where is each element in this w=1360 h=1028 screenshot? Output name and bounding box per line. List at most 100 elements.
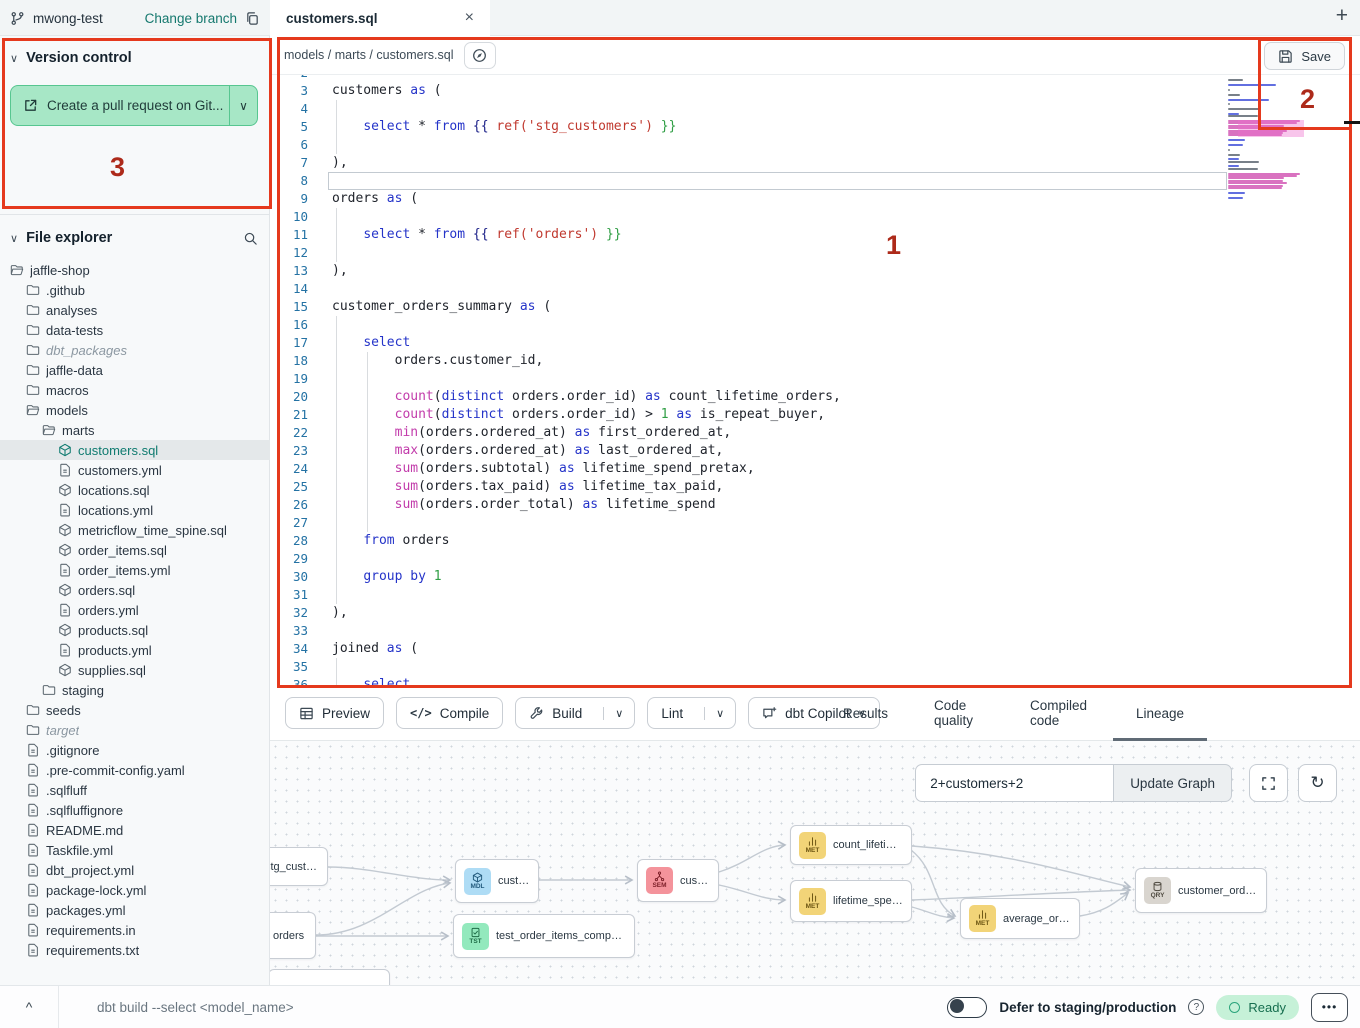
tree-item-customers.sql[interactable]: customers.sql <box>0 440 270 460</box>
create-pull-request-button[interactable]: Create a pull request on Git... ∨ <box>10 85 258 126</box>
search-icon[interactable] <box>243 231 258 246</box>
code-line-5[interactable]: 5 select * from {{ ref('stg_customers') … <box>270 118 1360 136</box>
code-line-4[interactable]: 4 <box>270 100 1360 118</box>
tree-item-locations.yml[interactable]: locations.yml <box>0 500 270 520</box>
code-line-8[interactable]: 8 <box>270 172 1360 190</box>
tree-item-requirements.txt[interactable]: requirements.txt <box>0 940 270 960</box>
code-line-2[interactable]: 2 <box>270 75 1360 82</box>
lineage-node-partial[interactable] <box>270 969 390 985</box>
tree-item-data-tests[interactable]: data-tests <box>0 320 270 340</box>
pr-dropdown-caret[interactable]: ∨ <box>229 86 257 125</box>
help-icon[interactable]: ? <box>1188 999 1204 1015</box>
tree-item-packages.yml[interactable]: packages.yml <box>0 900 270 920</box>
lineage-node-customer_order_metrics[interactable]: QRYcustomer_order_metrics <box>1135 868 1267 913</box>
tree-item-.github[interactable]: .github <box>0 280 270 300</box>
tree-item-package-lock.yml[interactable]: package-lock.yml <box>0 880 270 900</box>
tree-item-orders.yml[interactable]: orders.yml <box>0 600 270 620</box>
tree-item-.gitignore[interactable]: .gitignore <box>0 740 270 760</box>
lint-dropdown-caret[interactable]: ∨ <box>704 707 735 720</box>
code-line-14[interactable]: 14 <box>270 280 1360 298</box>
tree-item-target[interactable]: target <box>0 720 270 740</box>
tree-item-customers.yml[interactable]: customers.yml <box>0 460 270 480</box>
code-line-35[interactable]: 35 <box>270 658 1360 676</box>
code-line-6[interactable]: 6 <box>270 136 1360 154</box>
version-control-header[interactable]: ∨ Version control <box>0 36 270 72</box>
lineage-node-lifetime_spend_pretax[interactable]: METlifetime_spend_pretax <box>790 880 912 922</box>
lineage-selector-input[interactable] <box>915 764 1113 802</box>
tree-item-.pre-commit-config.yaml[interactable]: .pre-commit-config.yaml <box>0 760 270 780</box>
tree-item-requirements.in[interactable]: requirements.in <box>0 920 270 940</box>
preview-button[interactable]: Preview <box>285 697 384 729</box>
tree-item-analyses[interactable]: analyses <box>0 300 270 320</box>
code-line-36[interactable]: 36 select <box>270 676 1360 688</box>
code-line-10[interactable]: 10 <box>270 208 1360 226</box>
lineage-node-count_lifetime_orders[interactable]: METcount_lifetime_orders <box>790 825 912 865</box>
code-line-7[interactable]: 7), <box>270 154 1360 172</box>
tree-item-products.yml[interactable]: products.yml <box>0 640 270 660</box>
tree-item-jaffle-shop[interactable]: jaffle-shop <box>0 260 270 280</box>
tab-lineage[interactable]: Lineage <box>1113 688 1207 741</box>
code-line-33[interactable]: 33 <box>270 622 1360 640</box>
code-line-20[interactable]: 20 count(distinct orders.order_id) as co… <box>270 388 1360 406</box>
tab-close-icon[interactable]: × <box>465 10 474 26</box>
code-line-34[interactable]: 34joined as ( <box>270 640 1360 658</box>
tree-item-macros[interactable]: macros <box>0 380 270 400</box>
code-line-22[interactable]: 22 min(orders.ordered_at) as first_order… <box>270 424 1360 442</box>
tree-item-dbt_packages[interactable]: dbt_packages <box>0 340 270 360</box>
collapse-panel-icon[interactable]: ^ <box>0 999 58 1015</box>
code-line-19[interactable]: 19 <box>270 370 1360 388</box>
lineage-node-customers-mdl[interactable]: MDLcustomers <box>455 859 539 903</box>
code-editor[interactable]: 23customers as (45 select * from {{ ref(… <box>270 75 1360 688</box>
tree-item-Taskfile.yml[interactable]: Taskfile.yml <box>0 840 270 860</box>
code-line-25[interactable]: 25 sum(orders.tax_paid) as lifetime_tax_… <box>270 478 1360 496</box>
code-line-12[interactable]: 12 <box>270 244 1360 262</box>
code-line-31[interactable]: 31 <box>270 586 1360 604</box>
save-button[interactable]: Save <box>1264 42 1345 70</box>
code-line-13[interactable]: 13), <box>270 262 1360 280</box>
lineage-node-orders[interactable]: orders <box>270 912 316 959</box>
code-line-17[interactable]: 17 select <box>270 334 1360 352</box>
tree-item-staging[interactable]: staging <box>0 680 270 700</box>
tree-item-seeds[interactable]: seeds <box>0 700 270 720</box>
code-line-16[interactable]: 16 <box>270 316 1360 334</box>
tree-item-metricflow_time_spine.sql[interactable]: metricflow_time_spine.sql <box>0 520 270 540</box>
change-branch-link[interactable]: Change branch <box>145 11 237 26</box>
tree-item-order_items.yml[interactable]: order_items.yml <box>0 560 270 580</box>
tab-code-quality[interactable]: Code quality <box>911 688 1007 741</box>
code-line-26[interactable]: 26 sum(orders.order_total) as lifetime_s… <box>270 496 1360 514</box>
code-line-32[interactable]: 32), <box>270 604 1360 622</box>
code-line-30[interactable]: 30 group by 1 <box>270 568 1360 586</box>
tree-item-README.md[interactable]: README.md <box>0 820 270 840</box>
tree-item-supplies.sql[interactable]: supplies.sql <box>0 660 270 680</box>
code-line-27[interactable]: 27 <box>270 514 1360 532</box>
tab-compiled-code[interactable]: Compiled code <box>1007 688 1113 741</box>
code-line-29[interactable]: 29 <box>270 550 1360 568</box>
code-line-3[interactable]: 3customers as ( <box>270 82 1360 100</box>
code-line-15[interactable]: 15customer_orders_summary as ( <box>270 298 1360 316</box>
tree-item-.sqlfluffignore[interactable]: .sqlfluffignore <box>0 800 270 820</box>
docs-compass-button[interactable] <box>464 42 496 69</box>
code-line-9[interactable]: 9orders as ( <box>270 190 1360 208</box>
tree-item-order_items.sql[interactable]: order_items.sql <box>0 540 270 560</box>
build-dropdown-caret[interactable]: ∨ <box>603 707 634 720</box>
lineage-node-test_order_items[interactable]: TSTtest_order_items_compute_to_bools… <box>453 914 635 958</box>
lint-button[interactable]: Lint <box>648 706 696 721</box>
tree-item-.sqlfluff[interactable]: .sqlfluff <box>0 780 270 800</box>
tree-item-dbt_project.yml[interactable]: dbt_project.yml <box>0 860 270 880</box>
code-line-24[interactable]: 24 sum(orders.subtotal) as lifetime_spen… <box>270 460 1360 478</box>
tree-item-locations.sql[interactable]: locations.sql <box>0 480 270 500</box>
defer-toggle[interactable] <box>947 997 987 1018</box>
new-tab-button[interactable]: + <box>1336 4 1348 28</box>
tab-customers-sql[interactable]: customers.sql × <box>270 0 490 36</box>
lineage-node-customers-sem[interactable]: SEMcustomers <box>637 859 719 902</box>
code-line-18[interactable]: 18 orders.customer_id, <box>270 352 1360 370</box>
tree-item-models[interactable]: models <box>0 400 270 420</box>
editor-minimap[interactable] <box>1228 77 1322 199</box>
refresh-button[interactable]: ↻ <box>1298 764 1337 802</box>
lineage-node-stg_customers[interactable]: stg_customers <box>270 847 328 886</box>
more-options-button[interactable]: ••• <box>1311 993 1348 1022</box>
tree-item-marts[interactable]: marts <box>0 420 270 440</box>
code-line-23[interactable]: 23 max(orders.ordered_at) as last_ordere… <box>270 442 1360 460</box>
code-line-11[interactable]: 11 select * from {{ ref('orders') }} <box>270 226 1360 244</box>
update-graph-button[interactable]: Update Graph <box>1113 764 1232 802</box>
